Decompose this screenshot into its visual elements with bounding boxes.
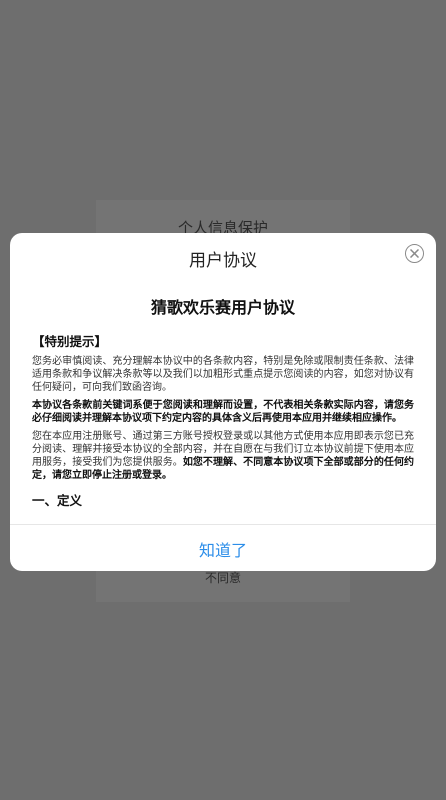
user-agreement-modal: 用户协议 猜歌欢乐赛用户协议 【特别提示】 您务必审慎阅读、充分理解本协议中的各…: [10, 233, 436, 571]
ok-button[interactable]: 知道了: [10, 537, 436, 561]
agreement-paragraph-2: 本协议各条款前关键词系便于您阅读和理解而设置，不代表相关条款实际内容，请您务必仔…: [32, 400, 414, 424]
modal-footer: 知道了: [10, 524, 436, 571]
modal-title: 用户协议: [189, 251, 257, 271]
definitions-heading: 一、定义: [32, 493, 83, 508]
document-title: 猜歌欢乐赛用户协议: [150, 298, 295, 317]
screen: 个人信息保护 不同意 用户协议 猜歌欢乐赛用户协议 【特别提示】 您务必审慎阅读…: [0, 0, 446, 800]
modal-header: 用户协议: [10, 233, 436, 281]
agreement-paragraph-1: 您务必审慎阅读、充分理解本协议中的各条款内容，特别是免除或限制责任条款、法律适用…: [32, 356, 414, 393]
scroll-fade: [10, 512, 436, 524]
disagree-button[interactable]: 不同意: [96, 569, 350, 586]
agreement-scroll-content[interactable]: 猜歌欢乐赛用户协议 【特别提示】 您务必审慎阅读、充分理解本协议中的各条款内容，…: [10, 281, 436, 524]
close-icon[interactable]: [405, 244, 424, 263]
special-notice-heading: 【特别提示】: [32, 334, 108, 349]
agreement-paragraph-3: 您在本应用注册账号、通过第三方账号授权登录或以其他方式使用本应用即表示您已充分阅…: [32, 430, 414, 482]
